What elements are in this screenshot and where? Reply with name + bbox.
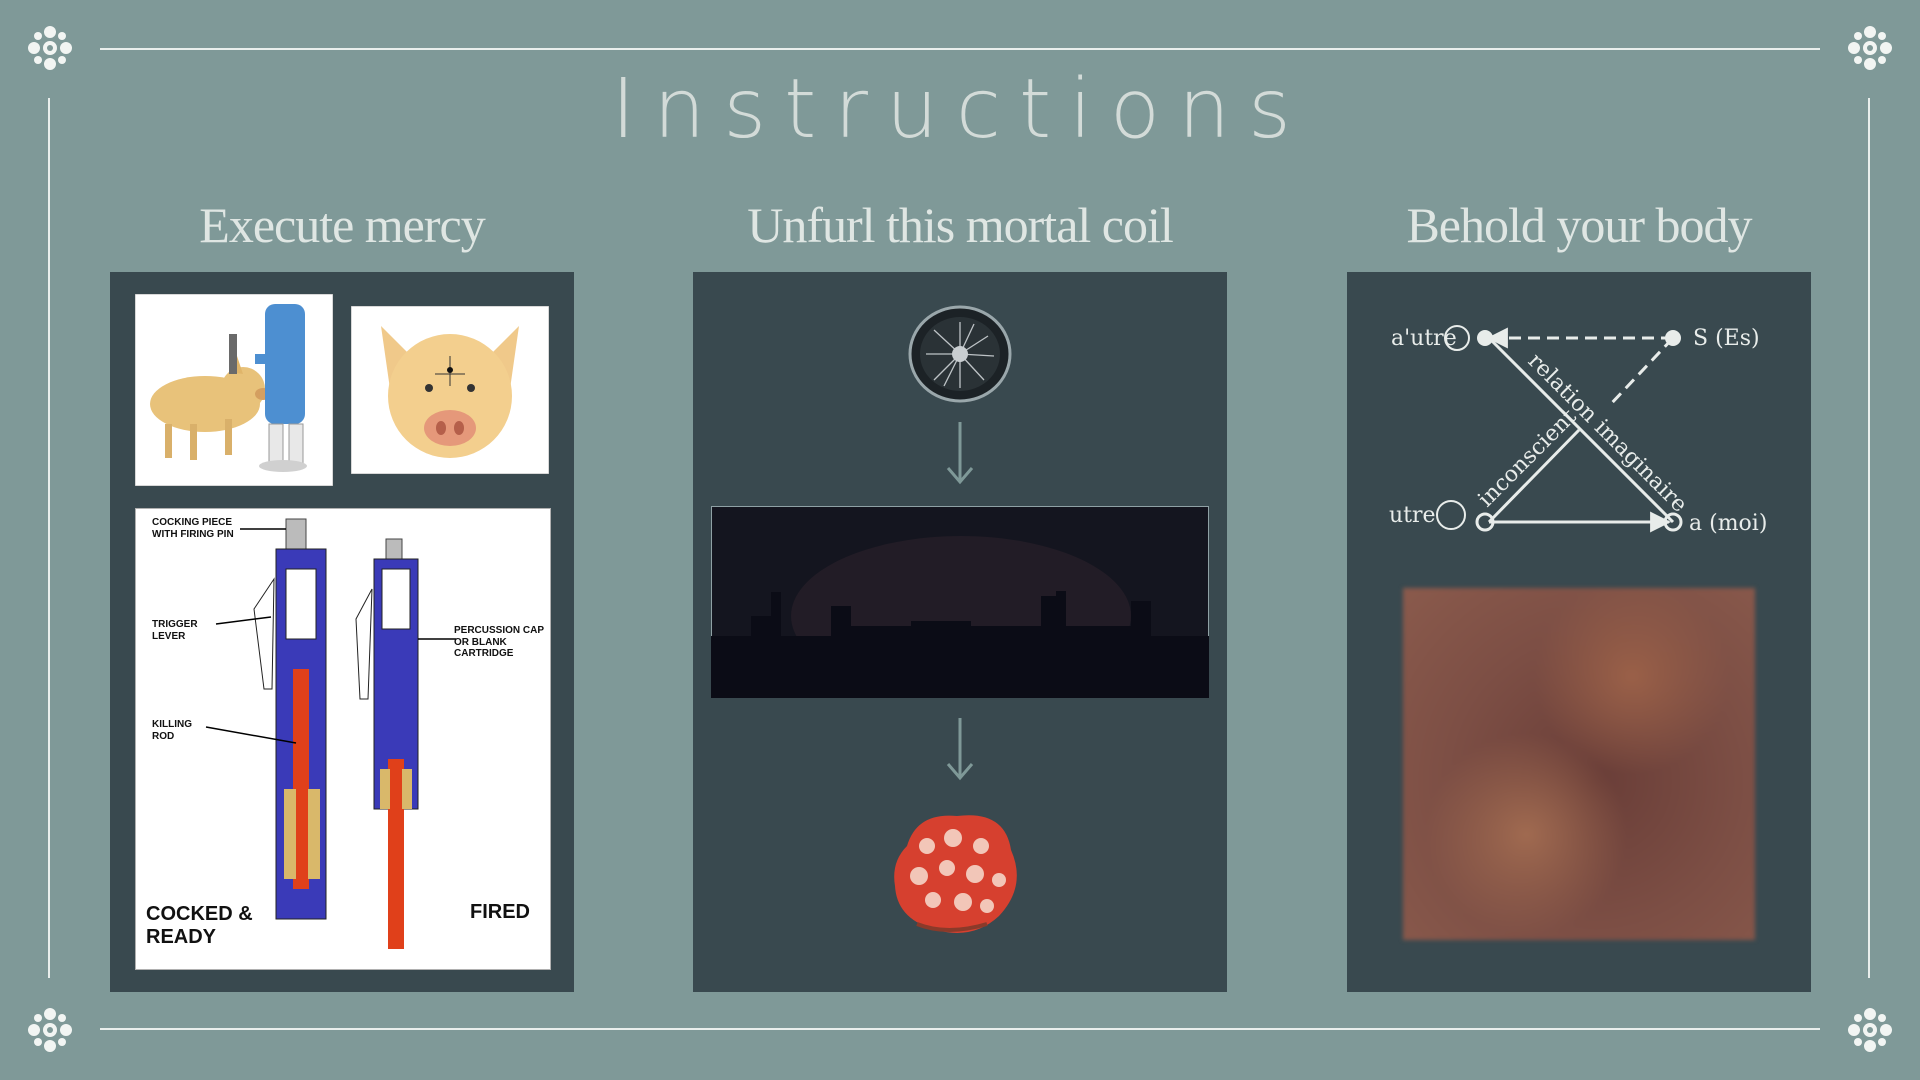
down-arrow-icon xyxy=(946,718,974,781)
schema-label-autre-bottom: utre xyxy=(1389,503,1436,528)
schema-label-autre-top: a'utre xyxy=(1391,326,1457,351)
label-percussion-cap: PERCUSSION CAP OR BLANK CARTRIDGE xyxy=(454,625,544,659)
panel-unfurl-mortal-coil xyxy=(693,272,1227,992)
heading-behold-body: Behold your body xyxy=(1406,197,1752,253)
page-title: Instructions xyxy=(611,62,1309,157)
label-cocked-ready: COCKED & READY xyxy=(146,903,253,948)
heading-unfurl-mortal-coil: Unfurl this mortal coil xyxy=(747,197,1174,253)
panel-behold-body: S (Es) a'utre a (moi) utre relation imag… xyxy=(1347,272,1811,992)
schema-l-diagram: S (Es) a'utre a (moi) utre relation imag… xyxy=(1389,325,1767,536)
label-killing-rod: KILLING ROD xyxy=(152,719,192,742)
captive-bolt-diagram: COCKING PIECE WITH FIRING PIN TRIGGER LE… xyxy=(135,508,551,970)
panel-execute-mercy: COCKING PIECE WITH FIRING PIN TRIGGER LE… xyxy=(110,272,574,992)
corner-ornament-icon xyxy=(1848,1008,1892,1052)
schema-label-es-s: S (Es) xyxy=(1693,326,1760,351)
heading-execute-mercy: Execute mercy xyxy=(199,197,485,253)
down-arrow-icon xyxy=(946,422,974,485)
pig-stunning-illustration xyxy=(135,294,333,486)
frame-left-line xyxy=(48,98,50,978)
label-cocking-piece: COCKING PIECE WITH FIRING PIN xyxy=(152,517,234,540)
petri-dish-image xyxy=(908,305,1012,403)
frame-bottom-line xyxy=(100,1028,1820,1030)
frame-right-line xyxy=(1868,98,1870,978)
label-fired: FIRED xyxy=(470,901,530,923)
frame-top-line xyxy=(100,48,1820,50)
dark-cityscape-image xyxy=(711,506,1209,698)
coral-flesh-image xyxy=(894,815,1017,933)
corner-ornament-icon xyxy=(28,1008,72,1052)
pig-head-target-illustration xyxy=(351,306,549,474)
label-trigger-lever: TRIGGER LEVER xyxy=(152,619,198,642)
schema-label-moi: a (moi) xyxy=(1689,511,1767,536)
blurred-flesh-image xyxy=(1403,588,1755,940)
schema-label-inconscient: inconscient xyxy=(1474,404,1582,512)
